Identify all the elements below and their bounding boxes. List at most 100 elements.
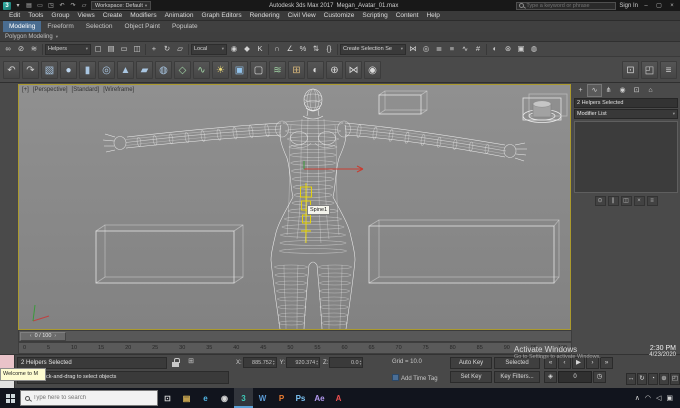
orbit-view-button[interactable]: ↻ <box>637 373 647 385</box>
material-editor-icon[interactable]: ◐ <box>489 43 501 55</box>
time-slider[interactable]: ‹ 0 / 100 › <box>18 330 572 342</box>
torus-primitive-icon[interactable]: ◎ <box>98 60 115 79</box>
next-frame-nub-icon[interactable]: › <box>54 333 56 339</box>
task-view-button[interactable]: ⊡ <box>158 388 177 408</box>
add-time-tag[interactable]: Add Time Tag <box>392 374 438 382</box>
time-configuration-button[interactable]: ◷ <box>593 371 606 383</box>
mirror-icon[interactable]: ⋈ <box>407 43 419 55</box>
zoom-button[interactable]: ⊕ <box>659 373 669 385</box>
timeline-tick[interactable]: 80 <box>450 345 456 351</box>
angle-snap-icon[interactable]: ∠ <box>284 43 296 55</box>
selection-filter-dropdown[interactable]: Helpers ▾ <box>45 43 91 55</box>
schematic-view-icon[interactable]: # <box>472 43 484 55</box>
spinner-icon[interactable]: ▴ ▾ <box>316 359 319 366</box>
timeline-tick[interactable]: 15 <box>98 345 104 351</box>
use-pivot-point-icon[interactable]: ◉ <box>228 43 240 55</box>
pivot-tool-icon[interactable]: ◉ <box>364 60 381 79</box>
sphere-primitive-icon[interactable]: ● <box>60 60 77 79</box>
track-bar[interactable]: 0 5 10 15 20 25 30 35 40 45 50 55 60 65 70 75 80 85 90 95 10… <box>18 342 572 354</box>
named-selection-set-dropdown[interactable]: Create Selection Se ▾ <box>340 43 406 55</box>
photoshop-app-icon[interactable]: Ps <box>291 388 310 408</box>
application-menu-icon[interactable]: ▾ <box>14 2 22 9</box>
motion-tab-icon[interactable]: ◉ <box>616 85 629 96</box>
timeline-tick[interactable]: 35 <box>206 345 212 351</box>
system-clock[interactable]: 2:30 PM 4/23/2020 <box>614 345 676 358</box>
maximize-layout-icon[interactable]: ◰ <box>641 60 658 79</box>
timeline-tick[interactable]: 95 <box>531 345 537 351</box>
volume-icon[interactable]: ◁ <box>656 394 661 402</box>
modifier-list-dropdown[interactable]: Modifier List ▾ <box>574 109 678 119</box>
render-setup-icon[interactable]: ⊛ <box>502 43 514 55</box>
box-primitive-icon[interactable]: ▧ <box>41 60 58 79</box>
search-input[interactable] <box>526 2 614 9</box>
helper-boxes[interactable] <box>95 90 568 284</box>
viewport-standard-menu[interactable]: [Standard] <box>72 87 100 93</box>
cone-primitive-icon[interactable]: ▲ <box>117 60 134 79</box>
maximize-button[interactable]: ▢ <box>654 2 664 9</box>
play-animation-button[interactable]: ▶ <box>572 357 585 369</box>
polygon-modeling-panel[interactable]: Polygon Modeling <box>5 34 53 40</box>
key-filters-button[interactable]: Key Filters... <box>494 371 540 383</box>
remove-modifier-button[interactable]: × <box>633 196 645 206</box>
select-and-move-icon[interactable]: + <box>148 43 160 55</box>
rendered-frame-window-icon[interactable]: ▣ <box>515 43 527 55</box>
maximize-viewport-toggle[interactable]: ◰ <box>670 373 680 385</box>
action-center-icon[interactable]: ▣ <box>666 394 673 402</box>
set-key-button[interactable]: Set Key <box>450 371 492 383</box>
menu-item[interactable]: Group <box>47 11 73 21</box>
menu-item[interactable]: Content <box>392 11 423 21</box>
save-file-icon[interactable]: ◳ <box>47 2 55 9</box>
layer-manager-icon[interactable]: ≣ <box>433 43 445 55</box>
tab-freeform[interactable]: Freeform <box>41 21 79 32</box>
tab-object-paint[interactable]: Object Paint <box>119 21 166 32</box>
plane-primitive-icon[interactable]: ▰ <box>136 60 153 79</box>
select-object-icon[interactable]: ▢ <box>92 43 104 55</box>
time-slider-handle[interactable]: ‹ 0 / 100 › <box>20 331 66 341</box>
edit-named-selection-sets-icon[interactable]: {} <box>323 43 335 55</box>
align-icon[interactable]: ◎ <box>420 43 432 55</box>
toolbar-overflow-icon[interactable]: ≡ <box>660 60 677 79</box>
next-frame-button[interactable]: › <box>586 357 599 369</box>
timeline-tick[interactable]: 0 <box>23 345 26 351</box>
create-tab-icon[interactable]: + <box>574 85 587 96</box>
selection-region-icon[interactable]: ▭ <box>118 43 130 55</box>
auto-key-button[interactable]: Auto Key <box>450 357 492 369</box>
percent-snap-icon[interactable]: % <box>297 43 309 55</box>
file-explorer-icon[interactable]: ▤ <box>177 388 196 408</box>
viewport-general-menu[interactable]: [+] <box>22 87 29 93</box>
taskbar-search-input[interactable] <box>33 395 153 401</box>
material-sample-icon[interactable]: ◐ <box>307 60 324 79</box>
key-mode-toggle[interactable]: ◈ <box>544 371 557 383</box>
perspective-viewport[interactable]: [+] [Perspective] [Standard] [Wireframe]… <box>18 84 571 330</box>
select-by-name-icon[interactable]: ▤ <box>105 43 117 55</box>
shapes-icon[interactable]: ◇ <box>174 60 191 79</box>
infocenter-search[interactable] <box>516 1 617 10</box>
z-position-field[interactable]: 0.0 ▴ ▾ <box>329 357 364 368</box>
workspace-selector[interactable]: Workspace: Default ▾ <box>91 1 152 10</box>
new-scene-icon[interactable]: ▤ <box>25 2 33 9</box>
render-production-icon[interactable]: ◍ <box>528 43 540 55</box>
bind-to-space-warp-icon[interactable]: ≋ <box>28 43 40 55</box>
menu-item[interactable]: Edit <box>5 11 24 21</box>
timeline-tick[interactable]: 45 <box>260 345 266 351</box>
acrobat-app-icon[interactable]: A <box>329 388 348 408</box>
modifier-stack[interactable] <box>574 121 678 193</box>
go-to-start-button[interactable]: « <box>544 357 557 369</box>
timeline-tick[interactable]: 70 <box>396 345 402 351</box>
taskbar-search[interactable] <box>20 390 158 406</box>
spinner-icon[interactable]: ▴ ▾ <box>273 359 276 366</box>
configure-modifier-sets-button[interactable]: ≡ <box>646 196 658 206</box>
pin-stack-button[interactable]: ⊙ <box>594 196 606 206</box>
y-position-field[interactable]: 920.374 ▴ ▾ <box>286 357 321 368</box>
light-icon[interactable]: ☀ <box>212 60 229 79</box>
previous-frame-nub-icon[interactable]: ‹ <box>30 333 32 339</box>
absolute-offset-toggle[interactable]: ⊞ <box>186 357 196 367</box>
menu-item[interactable]: Rendering <box>246 11 284 21</box>
project-folder-icon[interactable]: ▱ <box>80 2 88 9</box>
viewport-pov-menu[interactable]: [Perspective] <box>33 87 68 93</box>
attach-icon[interactable]: ⊕ <box>326 60 343 79</box>
minimize-button[interactable]: – <box>641 3 651 9</box>
tab-populate[interactable]: Populate <box>166 21 204 32</box>
make-unique-button[interactable]: ◫ <box>620 196 632 206</box>
timeline-tick[interactable]: 40 <box>233 345 239 351</box>
